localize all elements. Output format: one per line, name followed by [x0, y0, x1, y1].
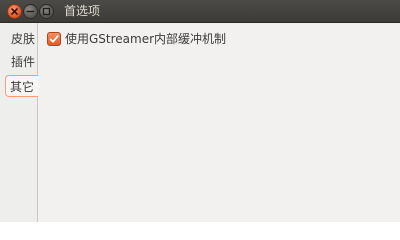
- maximize-button[interactable]: [39, 4, 54, 19]
- tab-other[interactable]: 其它: [5, 75, 38, 97]
- title-bar[interactable]: 首选项: [0, 0, 400, 23]
- gstreamer-buffer-option[interactable]: 使用GStreamer内部缓冲机制: [47, 31, 226, 47]
- minimize-button[interactable]: [23, 4, 38, 19]
- gstreamer-buffer-checkbox[interactable]: [47, 32, 61, 46]
- tab-other-label: 其它: [10, 80, 35, 94]
- window-title: 首选项: [64, 4, 101, 18]
- tab-plugins[interactable]: 插件: [6, 51, 36, 73]
- tab-skin[interactable]: 皮肤: [6, 28, 36, 50]
- options-panel: 使用GStreamer内部缓冲机制: [38, 23, 400, 222]
- tab-skin-label: 皮肤: [11, 32, 36, 46]
- preferences-window: 首选项 皮肤 插件 其它 使用GStreamer内部缓冲机制: [0, 0, 400, 222]
- sidebar: 皮肤 插件 其它: [0, 23, 38, 222]
- minimize-icon: [26, 10, 35, 13]
- maximize-icon: [42, 7, 51, 16]
- tab-plugins-label: 插件: [11, 55, 36, 69]
- close-icon: [11, 8, 18, 15]
- gstreamer-buffer-label: 使用GStreamer内部缓冲机制: [65, 32, 227, 46]
- close-button[interactable]: [7, 4, 22, 19]
- checkmark-icon: [49, 35, 59, 43]
